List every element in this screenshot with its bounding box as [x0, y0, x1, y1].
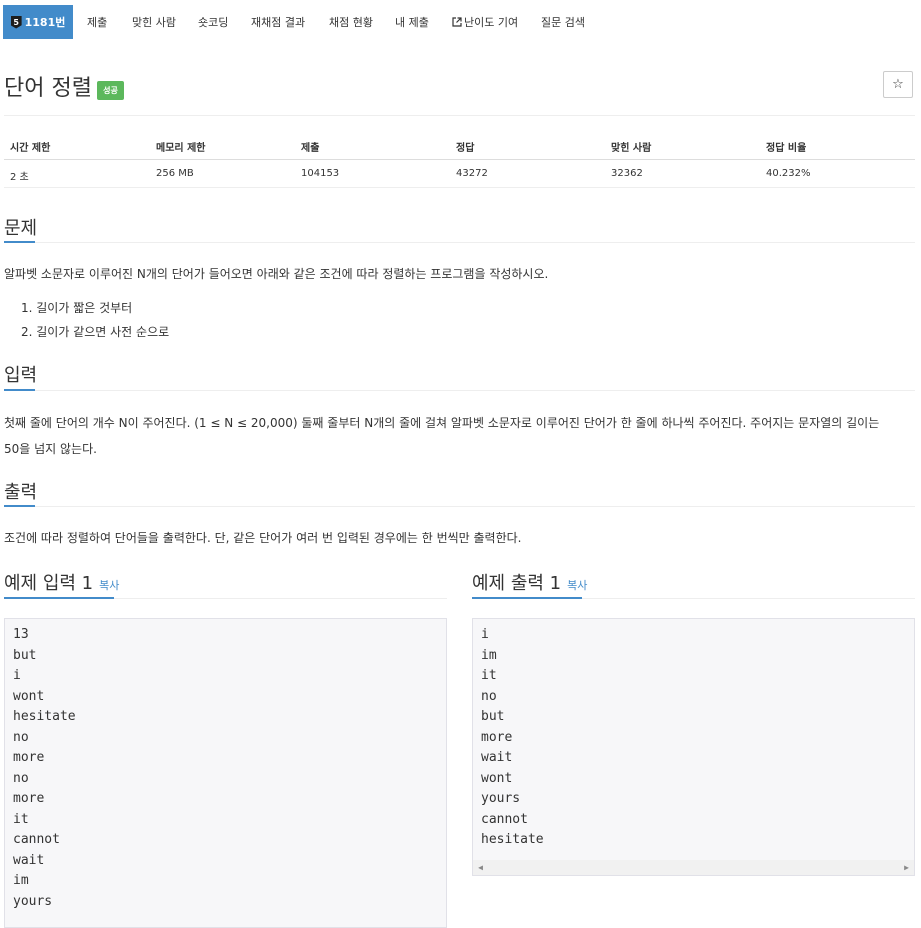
tab-submit[interactable]: 제출 — [87, 14, 107, 30]
sample-input-underline — [4, 597, 114, 599]
sample-output-line: more — [481, 730, 513, 745]
sample-input-line: wait — [13, 853, 45, 868]
sample-input-line: no — [13, 730, 29, 745]
tab-status[interactable]: 채점 현황 — [329, 14, 373, 30]
sample-input-line: more — [13, 750, 45, 765]
value-solvers: 32362 — [611, 168, 643, 179]
problem-description: 알파벳 소문자로 이루어진 N개의 단어가 들어오면 아래와 같은 조건에 따라… — [4, 267, 549, 281]
tab-problem-label: 1181번 — [24, 16, 66, 29]
value-submissions: 104153 — [301, 168, 340, 179]
horizontal-scrollbar[interactable]: ◀ ▶ — [473, 860, 914, 875]
header-ratio: 정답 비율 — [766, 143, 807, 154]
sample-output-block[interactable]: i im it no but more wait wont yours cann… — [472, 618, 915, 876]
header-accepted: 정답 — [456, 143, 475, 154]
sample-input-line: yours — [13, 894, 53, 909]
sample-input-line: but — [13, 648, 37, 663]
sample-output-rule — [582, 598, 915, 599]
sample-input-line: im — [13, 873, 29, 888]
input-heading-rule — [35, 390, 915, 391]
problem-nav: 5 1181번 제출 맞힌 사람 숏코딩 재채점 결과 채점 현황 내 제출 난… — [0, 0, 921, 40]
input-heading: 입력 — [4, 365, 38, 386]
tab-problem[interactable]: 5 1181번 — [3, 5, 73, 39]
page-title: 단어 정렬 — [4, 76, 92, 101]
scroll-right-icon[interactable]: ▶ — [899, 860, 914, 875]
tab-difficulty-label: 난이도 기여 — [464, 16, 519, 29]
sample-input-line: cannot — [13, 832, 60, 847]
sample-input-line: wont — [13, 689, 45, 704]
tab-short-coding[interactable]: 숏코딩 — [198, 14, 228, 30]
sample-output-underline — [472, 597, 582, 599]
output-heading: 출력 — [4, 482, 38, 503]
star-icon: ☆ — [892, 77, 904, 92]
value-accepted: 43272 — [456, 168, 488, 179]
sample-input-line: it — [13, 812, 29, 827]
sample-input-line: hesitate — [13, 709, 76, 724]
value-time-limit: 2 초 — [10, 172, 29, 183]
header-submissions: 제출 — [301, 143, 320, 154]
copy-output-button[interactable]: 복사 — [567, 579, 587, 592]
condition-item-2: 2. 길이가 같으면 사전 순으로 — [21, 325, 170, 339]
tier-icon: 5 — [10, 15, 22, 29]
sample-input-line: no — [13, 771, 29, 786]
favorite-button[interactable]: ☆ — [883, 71, 913, 98]
input-description-line-2: 50을 넘지 않는다. — [4, 442, 97, 456]
problem-heading-rule — [35, 242, 915, 243]
tab-rejudge[interactable]: 재채점 결과 — [251, 14, 305, 30]
output-heading-rule — [35, 506, 915, 507]
header-solvers: 맞힌 사람 — [611, 143, 652, 154]
copy-input-button[interactable]: 복사 — [99, 579, 119, 592]
header-memory-limit: 메모리 제한 — [156, 143, 206, 154]
condition-text-2: 길이가 같으면 사전 순으로 — [36, 325, 170, 339]
value-ratio: 40.232% — [766, 168, 811, 179]
title-divider — [4, 115, 915, 116]
sample-output-line: i — [481, 627, 489, 642]
stats-header-divider — [4, 159, 915, 160]
output-description: 조건에 따라 정렬하여 단어들을 출력한다. 단, 같은 단어가 여러 번 입력… — [4, 531, 522, 545]
input-heading-underline — [4, 389, 35, 391]
tab-my-submissions[interactable]: 내 제출 — [395, 14, 429, 30]
sample-input-title: 예제 입력 1 — [4, 573, 94, 594]
problem-heading-underline — [4, 241, 35, 243]
sample-input-block[interactable]: 13 but i wont hesitate no more no more i… — [4, 618, 447, 928]
value-memory-limit: 256 MB — [156, 168, 194, 179]
sample-output-line: no — [481, 689, 497, 704]
header-time-limit: 시간 제한 — [10, 143, 51, 154]
sample-input-rule — [114, 598, 447, 599]
sample-input-line: i — [13, 668, 21, 683]
sample-input-heading: 예제 입력 1 복사 — [4, 569, 119, 595]
input-description-line-1: 첫째 줄에 단어의 개수 N이 주어진다. (1 ≤ N ≤ 20,000) 둘… — [4, 416, 880, 430]
scroll-left-icon[interactable]: ◀ — [473, 860, 488, 875]
stats-bottom-divider — [4, 187, 915, 188]
input-description: 첫째 줄에 단어의 개수 N이 주어진다. (1 ≤ N ≤ 20,000) 둘… — [4, 410, 914, 462]
condition-text-1: 길이가 짧은 것부터 — [36, 301, 133, 315]
tab-question-search[interactable]: 질문 검색 — [541, 14, 585, 30]
condition-item-1: 1. 길이가 짧은 것부터 — [21, 301, 133, 315]
sample-output-line: cannot — [481, 812, 528, 827]
sample-output-line: yours — [481, 791, 521, 806]
sample-output-heading: 예제 출력 1 복사 — [472, 569, 587, 595]
output-heading-underline — [4, 505, 35, 507]
sample-output-line: hesitate — [481, 832, 544, 847]
sample-input-line: more — [13, 791, 45, 806]
sample-output-line: wont — [481, 771, 513, 786]
status-badge: 성공 — [97, 81, 124, 100]
sample-output-line: it — [481, 668, 497, 683]
tab-solvers[interactable]: 맞힌 사람 — [132, 14, 176, 30]
sample-output-line: im — [481, 648, 497, 663]
external-link-icon — [452, 17, 462, 27]
problem-heading: 문제 — [4, 218, 38, 239]
sample-input-line: 13 — [13, 627, 29, 642]
sample-output-line: wait — [481, 750, 513, 765]
sample-output-title: 예제 출력 1 — [472, 573, 562, 594]
tab-difficulty-contribution[interactable]: 난이도 기여 — [452, 14, 518, 30]
sample-output-line: but — [481, 709, 505, 724]
